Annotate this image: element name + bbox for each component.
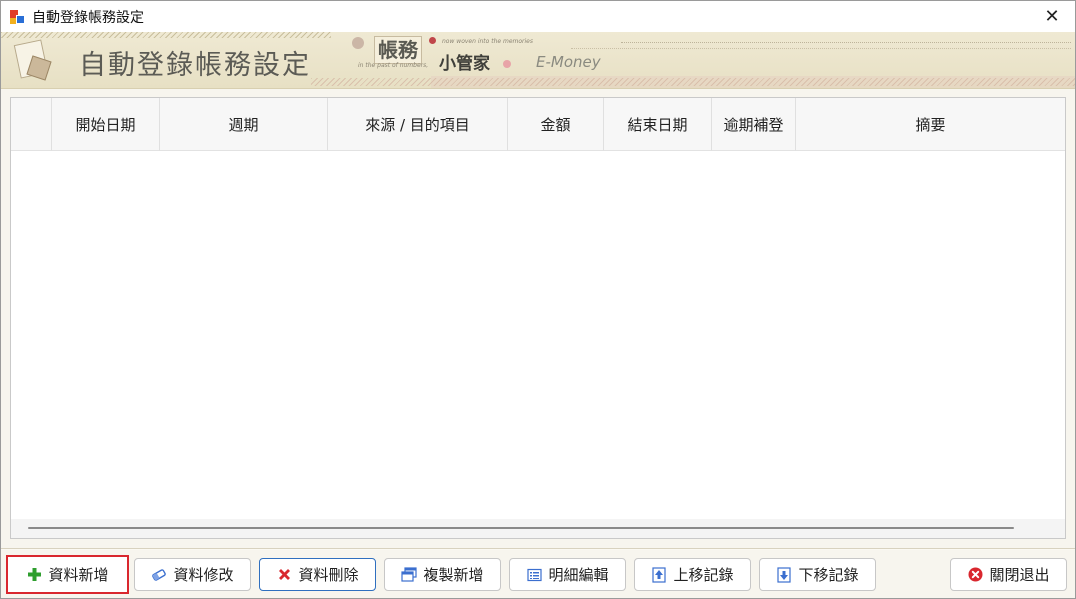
move-up-label: 上移記錄 <box>673 566 734 584</box>
move-down-icon <box>776 566 792 583</box>
edit-record-label: 資料修改 <box>173 566 234 584</box>
title-bar: 自動登錄帳務設定 ✕ <box>1 1 1075 32</box>
banner-title: 自動登錄帳務設定 <box>79 50 311 81</box>
ledger-stamp-icon <box>7 39 55 84</box>
logo-sub: 小管家 <box>439 54 490 74</box>
column-header-row-selector[interactable] <box>11 98 52 151</box>
detail-list-icon <box>526 567 542 583</box>
column-header-period[interactable]: 週期 <box>160 98 328 151</box>
footer-divider <box>1 548 1075 550</box>
header-banner: 自動登錄帳務設定 帳務 now woven into the memories … <box>1 32 1075 89</box>
app-icon <box>10 9 26 25</box>
add-record-button[interactable]: 資料新增 <box>6 555 129 594</box>
move-down-label: 下移記錄 <box>798 566 859 584</box>
exit-button[interactable]: 關閉退出 <box>950 558 1067 591</box>
add-record-label: 資料新增 <box>48 566 109 584</box>
horizontal-scrollbar[interactable] <box>11 519 1065 538</box>
column-header-overdue-fill[interactable]: 逾期補登 <box>712 98 796 151</box>
detail-edit-button[interactable]: 明細編輯 <box>509 558 626 591</box>
grid-header: 開始日期 週期 來源 / 目的項目 金額 結束日期 逾期補登 摘要 <box>11 98 1065 151</box>
grid-body[interactable] <box>11 151 1065 520</box>
delete-record-button[interactable]: 資料刪除 <box>259 558 376 591</box>
delete-x-icon <box>276 567 292 583</box>
copy-add-label: 複製新增 <box>423 566 484 584</box>
logo-tagline-bottom: in the past of numbers, <box>358 62 429 69</box>
column-header-summary[interactable]: 摘要 <box>796 98 1065 151</box>
delete-record-label: 資料刪除 <box>298 566 359 584</box>
brand-name: E-Money <box>536 53 601 71</box>
logo-main: 帳務 <box>374 36 422 64</box>
copy-window-icon <box>401 567 418 583</box>
window-title: 自動登錄帳務設定 <box>32 9 144 26</box>
move-down-button[interactable]: 下移記錄 <box>759 558 876 591</box>
detail-edit-label: 明細編輯 <box>548 566 609 584</box>
plus-icon <box>26 567 42 583</box>
column-header-end-date[interactable]: 結束日期 <box>604 98 712 151</box>
main-window: 自動登錄帳務設定 ✕ 自動登錄帳務設定 帳務 now woven into th… <box>0 0 1076 599</box>
column-header-start-date[interactable]: 開始日期 <box>52 98 160 151</box>
copy-add-button[interactable]: 複製新增 <box>384 558 501 591</box>
exit-label: 關閉退出 <box>989 566 1050 584</box>
column-header-amount[interactable]: 金額 <box>508 98 604 151</box>
scrollbar-thumb[interactable] <box>28 527 1014 529</box>
close-window-button[interactable]: ✕ <box>1029 1 1075 32</box>
move-up-button[interactable]: 上移記錄 <box>634 558 751 591</box>
column-header-source-target[interactable]: 來源 / 目的項目 <box>328 98 508 151</box>
move-up-icon <box>651 566 667 583</box>
schedule-grid[interactable]: 開始日期 週期 來源 / 目的項目 金額 結束日期 逾期補登 摘要 <box>10 97 1066 539</box>
close-circle-icon <box>967 567 983 583</box>
logo-tagline-top: now woven into the memories <box>442 38 533 45</box>
edit-record-button[interactable]: 資料修改 <box>134 558 251 591</box>
eraser-icon <box>151 567 167 583</box>
